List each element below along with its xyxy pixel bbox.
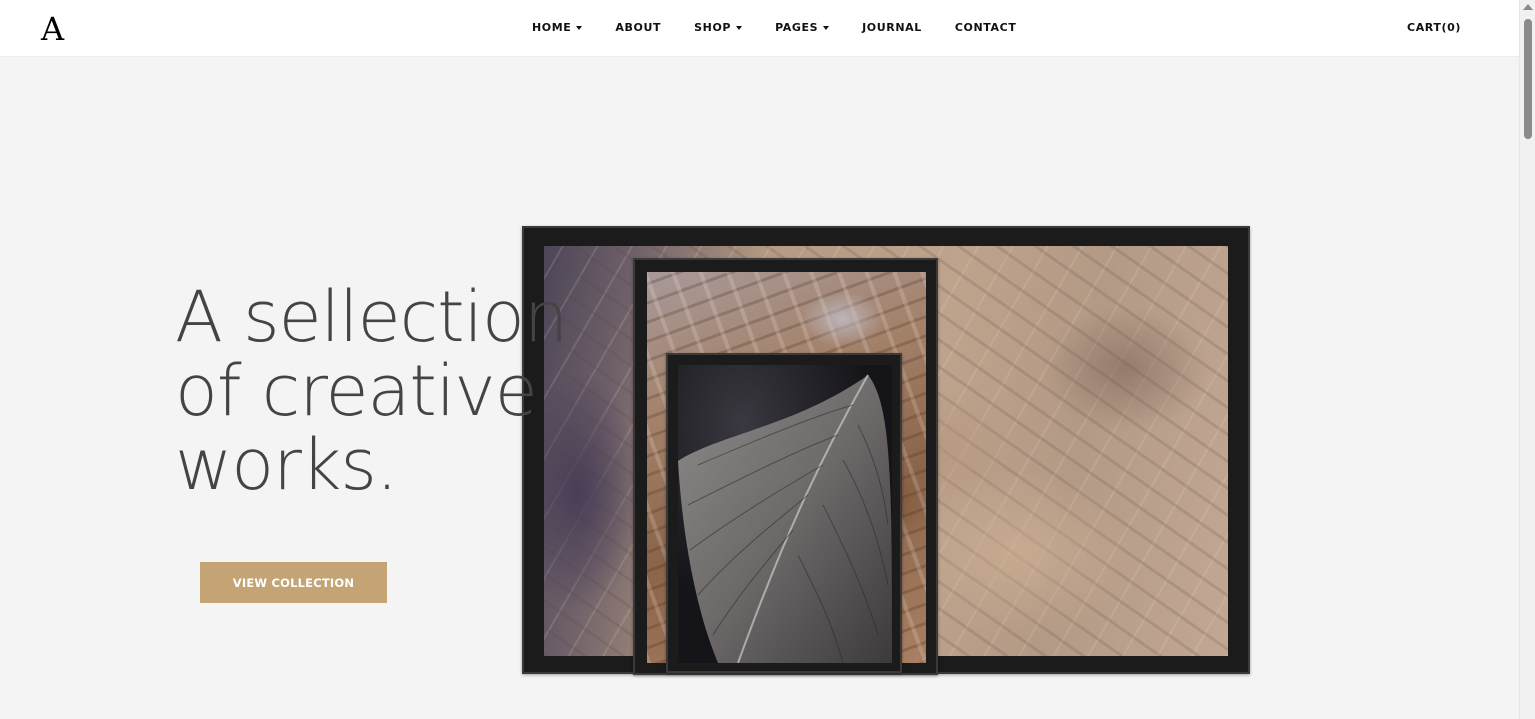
nav-item-label: SHOP [694, 20, 732, 34]
caret-down-icon [576, 25, 583, 30]
brand-logo[interactable]: A [41, 11, 64, 47]
cart-link[interactable]: CART(0) [1407, 19, 1461, 35]
small-frame [666, 353, 902, 673]
site-header: A HOME ABOUT SHOP PAGES JOURNAL CONTACT … [0, 0, 1519, 57]
nav-item-about[interactable]: ABOUT [615, 19, 661, 35]
nav-item-label: PAGES [775, 20, 819, 34]
nav-item-journal[interactable]: JOURNAL [862, 19, 922, 35]
nav-item-pages[interactable]: PAGES [775, 19, 830, 35]
nav-item-label: HOME [532, 20, 572, 34]
headline-line: works. [175, 424, 398, 506]
view-collection-button[interactable]: VIEW COLLECTION [200, 562, 387, 603]
caret-down-icon [736, 25, 743, 30]
main-nav: HOME ABOUT SHOP PAGES JOURNAL CONTACT [532, 19, 1049, 35]
scroll-up-arrow-icon[interactable] [1523, 4, 1533, 10]
caret-down-icon [823, 25, 830, 30]
headline-line: A sellection [175, 276, 568, 358]
leaf-illustration [678, 365, 892, 663]
nav-item-label: CONTACT [954, 20, 1017, 34]
scrollbar-thumb[interactable] [1524, 19, 1532, 139]
nav-item-home[interactable]: HOME [532, 19, 583, 35]
headline-line: of creative [175, 350, 538, 432]
nav-item-label: JOURNAL [862, 20, 922, 34]
hero-headline: A sellection of creative works. [175, 276, 568, 506]
artwork-leaf [678, 365, 892, 663]
vertical-scrollbar[interactable] [1519, 0, 1535, 719]
nav-item-contact[interactable]: CONTACT [955, 19, 1017, 35]
nav-item-label: ABOUT [615, 20, 662, 34]
nav-item-shop[interactable]: SHOP [694, 19, 743, 35]
